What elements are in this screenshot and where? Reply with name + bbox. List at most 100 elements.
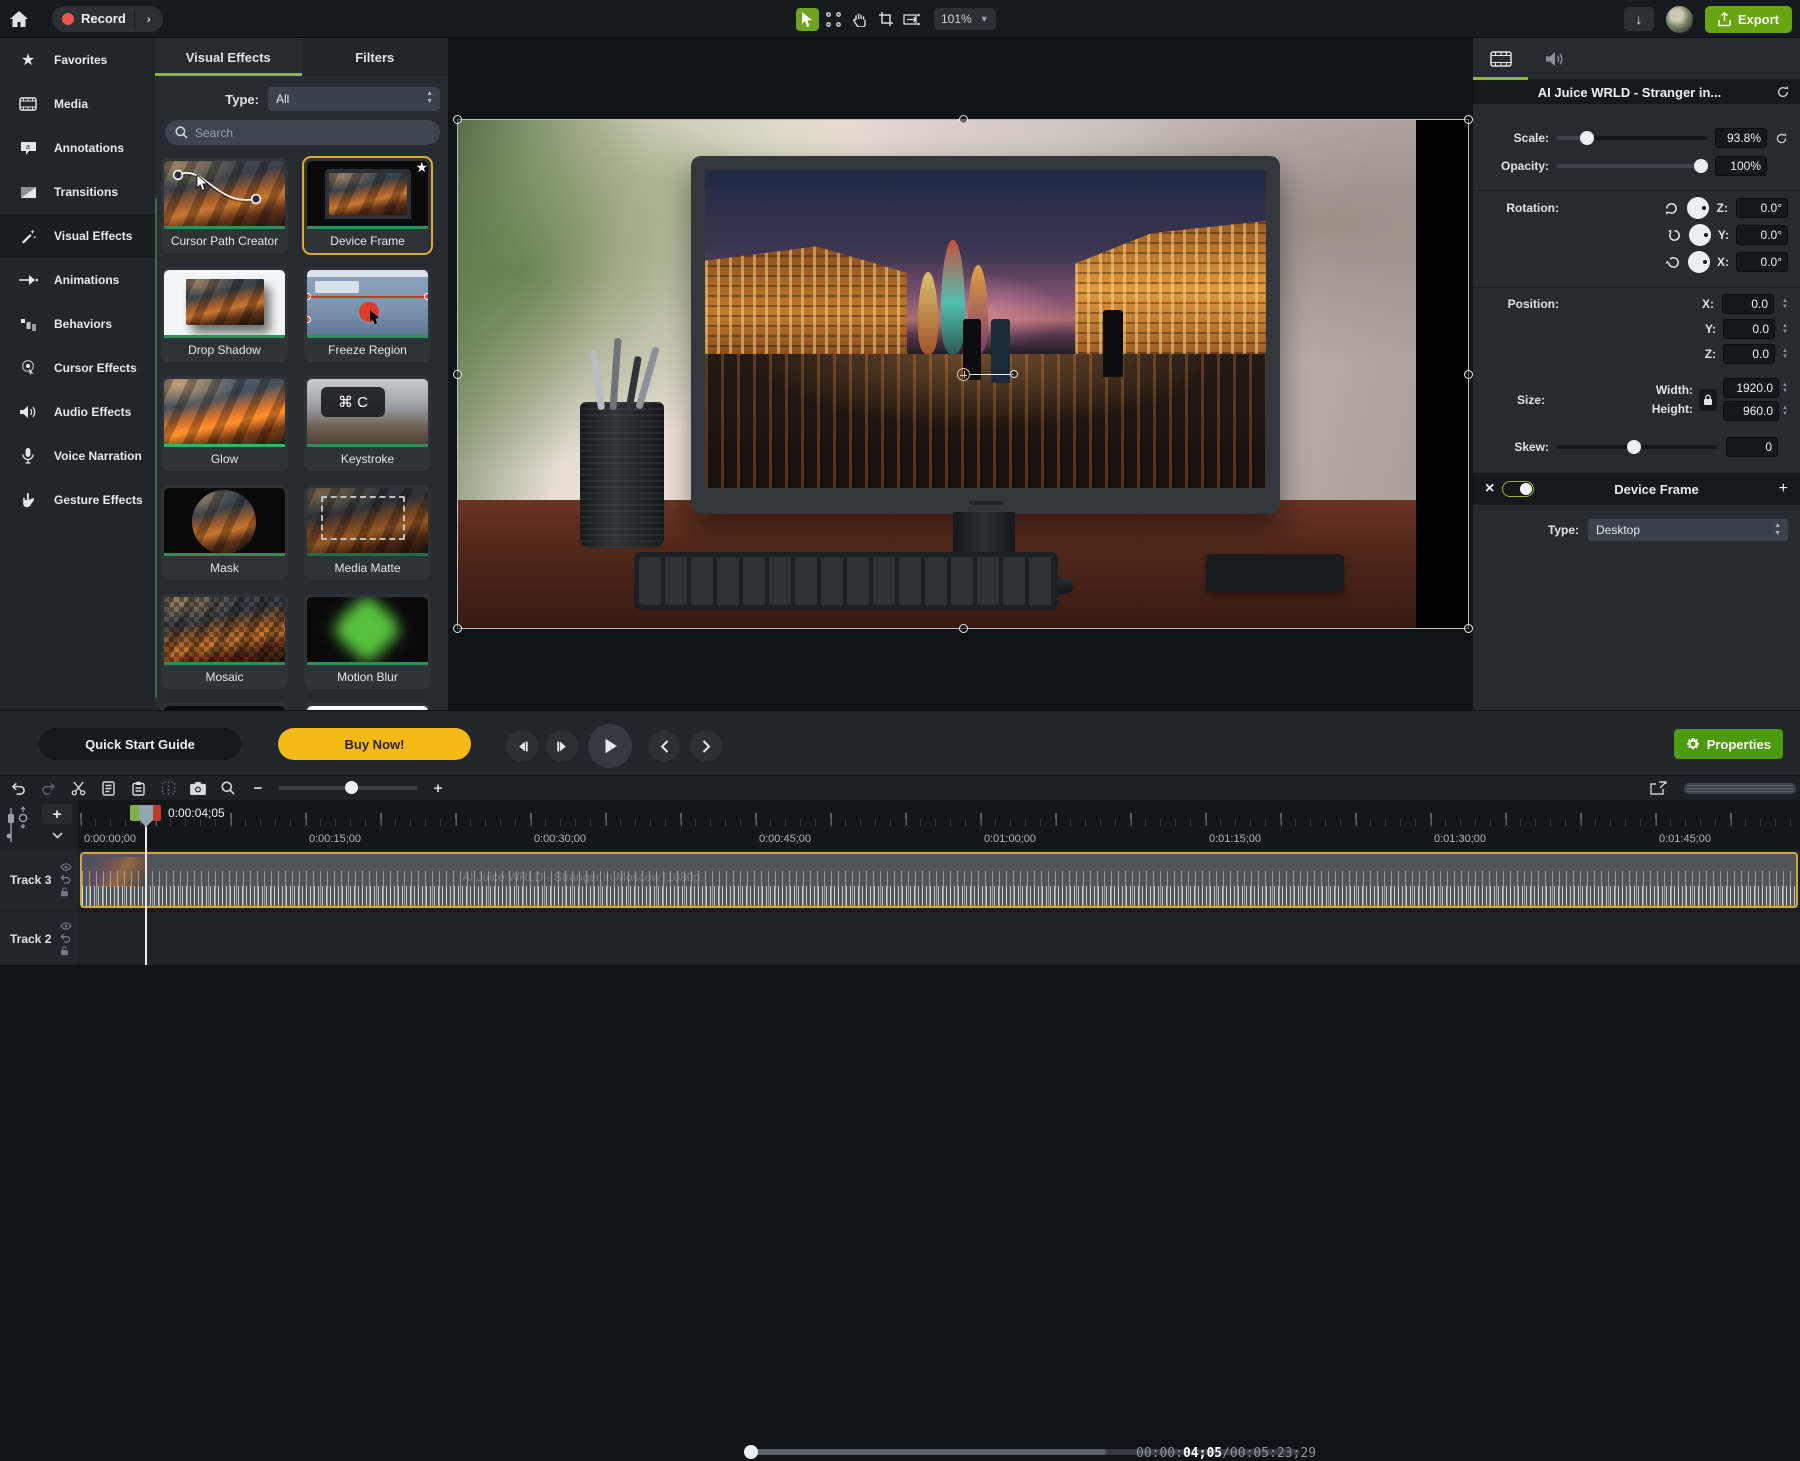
position-x-value[interactable]: 0.0 bbox=[1722, 294, 1774, 314]
playhead[interactable] bbox=[130, 805, 161, 827]
stepper-icon[interactable]: ▲▼ bbox=[1782, 382, 1788, 394]
selection-handle-sw[interactable] bbox=[453, 624, 462, 633]
avatar[interactable] bbox=[1666, 6, 1693, 33]
rotation-z-value[interactable]: 0.0° bbox=[1736, 198, 1788, 218]
selection-center-anchor[interactable] bbox=[957, 368, 970, 381]
scale-value[interactable]: 93.8% bbox=[1715, 128, 1767, 148]
sidebar-item-transitions[interactable]: Transitions bbox=[0, 170, 155, 214]
scale-slider[interactable] bbox=[1557, 136, 1707, 140]
effect-tile-mask[interactable]: Mask bbox=[161, 485, 288, 580]
buy-now-button[interactable]: Buy Now! bbox=[278, 728, 471, 760]
reset-all-icon[interactable] bbox=[1776, 85, 1790, 99]
loop-icon[interactable] bbox=[60, 874, 72, 884]
selection-handle-e[interactable] bbox=[1464, 370, 1473, 379]
home-button[interactable] bbox=[0, 0, 38, 38]
canvas-zoom-select[interactable]: 101% ▼ bbox=[934, 8, 996, 30]
sidebar-item-gesture-effects[interactable]: Gesture Effects bbox=[0, 478, 155, 522]
favorite-star-icon[interactable]: ★ bbox=[415, 159, 428, 176]
playhead-body[interactable] bbox=[139, 805, 153, 827]
rotation-x-value[interactable]: 0.0° bbox=[1736, 252, 1788, 272]
cut-button[interactable] bbox=[68, 781, 88, 796]
effect-tile-keystroke[interactable]: ⌘ C Keystroke bbox=[304, 376, 431, 471]
playhead-in-handle[interactable] bbox=[130, 805, 139, 821]
sidebar-item-favorites[interactable]: ★ Favorites bbox=[0, 38, 155, 82]
audio-clip[interactable]: AI Juice WRLD - Stranger in Moscow [1080… bbox=[80, 852, 1798, 908]
effect-tile-motion-blur[interactable]: Motion Blur bbox=[304, 594, 431, 689]
selection-handle-se[interactable] bbox=[1464, 624, 1473, 633]
sidebar-item-audio-effects[interactable]: Audio Effects bbox=[0, 390, 155, 434]
skew-value[interactable]: 0 bbox=[1726, 437, 1778, 457]
timeline-hscrollbar[interactable] bbox=[1684, 783, 1796, 794]
rotate-x-icon[interactable] bbox=[1666, 255, 1681, 270]
collapse-tracks-button[interactable] bbox=[42, 827, 72, 843]
effect-tile-freeze-region[interactable]: Freeze Region bbox=[304, 267, 431, 362]
sidebar-item-cursor-effects[interactable]: Cursor Effects bbox=[0, 346, 155, 390]
properties-tab-audio[interactable] bbox=[1528, 38, 1583, 79]
device-type-select[interactable]: Desktop ▲▼ bbox=[1588, 519, 1788, 541]
loop-icon[interactable] bbox=[60, 933, 72, 943]
timeline-zoom-slider[interactable] bbox=[278, 786, 418, 790]
track-2-lane[interactable] bbox=[78, 912, 1800, 965]
zoom-in-button[interactable]: + bbox=[428, 780, 448, 797]
rotation-x-dial[interactable] bbox=[1688, 251, 1710, 273]
select-tool-button[interactable] bbox=[796, 8, 819, 31]
effect-tile-mosaic[interactable]: Mosaic bbox=[161, 594, 288, 689]
selection-handle-nw[interactable] bbox=[453, 115, 462, 124]
effect-tile-partial-1[interactable] bbox=[161, 703, 288, 710]
selection-handle-n[interactable] bbox=[959, 115, 968, 124]
previous-frame-button[interactable] bbox=[506, 730, 538, 762]
redo-button[interactable] bbox=[38, 782, 58, 795]
effect-tile-glow[interactable]: Glow bbox=[161, 376, 288, 471]
scale-reset-icon[interactable] bbox=[1775, 132, 1788, 145]
effect-tile-cursor-path-creator[interactable]: Cursor Path Creator bbox=[161, 158, 288, 253]
track-3-lane[interactable]: AI Juice WRLD - Stranger in Moscow [1080… bbox=[78, 850, 1800, 910]
export-button[interactable]: Export bbox=[1705, 6, 1792, 33]
device-frame-toggle[interactable] bbox=[1502, 481, 1534, 497]
search-input[interactable] bbox=[195, 126, 430, 140]
video-preview[interactable] bbox=[457, 119, 1469, 629]
position-y-value[interactable]: 0.0 bbox=[1723, 319, 1775, 339]
detach-timeline-icon[interactable] bbox=[1650, 781, 1667, 795]
effect-tile-partial-2[interactable] bbox=[304, 703, 431, 710]
track-3-header[interactable]: Track 3 bbox=[0, 850, 78, 910]
track-2-header[interactable]: Track 2 bbox=[0, 912, 78, 965]
next-clip-button[interactable] bbox=[690, 730, 722, 762]
canvas[interactable] bbox=[448, 38, 1473, 710]
tab-visual-effects[interactable]: Visual Effects bbox=[155, 38, 302, 76]
playhead-line[interactable] bbox=[145, 826, 147, 965]
stepper-icon[interactable]: ▲▼ bbox=[1782, 348, 1788, 360]
scrubber-thumb[interactable] bbox=[744, 1445, 758, 1459]
sidebar-item-voice-narration[interactable]: Voice Narration bbox=[0, 434, 155, 478]
size-height-value[interactable]: 960.0 bbox=[1723, 401, 1779, 421]
selection-center-handle[interactable] bbox=[1010, 370, 1018, 378]
stepper-icon[interactable]: ▲▼ bbox=[1782, 405, 1788, 417]
effects-scrollbar[interactable] bbox=[155, 198, 157, 698]
quick-start-guide-button[interactable]: Quick Start Guide bbox=[39, 728, 241, 760]
record-chevron-icon[interactable]: › bbox=[139, 9, 159, 29]
download-button[interactable]: ↓ bbox=[1624, 7, 1654, 31]
position-z-value[interactable]: 0.0 bbox=[1723, 344, 1775, 364]
properties-tab-visual[interactable] bbox=[1473, 38, 1528, 79]
add-track-button[interactable]: + bbox=[42, 804, 72, 824]
effect-tile-device-frame[interactable]: ★ Device Frame bbox=[304, 158, 431, 253]
record-button[interactable]: Record › bbox=[52, 6, 163, 32]
zoom-out-button[interactable]: − bbox=[248, 780, 268, 797]
effect-tile-drop-shadow[interactable]: Drop Shadow bbox=[161, 267, 288, 362]
pan-tool-button[interactable] bbox=[848, 8, 871, 31]
remove-effect-icon[interactable]: × bbox=[1485, 480, 1494, 498]
rotation-y-dial[interactable] bbox=[1689, 224, 1711, 246]
rotation-y-value[interactable]: 0.0° bbox=[1736, 225, 1788, 245]
lock-aspect-icon[interactable] bbox=[1699, 389, 1717, 411]
rotate-z-icon[interactable] bbox=[1664, 201, 1679, 216]
eye-icon[interactable] bbox=[60, 863, 72, 871]
sidebar-item-behaviors[interactable]: Behaviors bbox=[0, 302, 155, 346]
sidebar-item-media[interactable]: Media bbox=[0, 82, 155, 126]
search-box[interactable] bbox=[165, 120, 440, 145]
selection-handle-w[interactable] bbox=[453, 370, 462, 379]
lock-icon[interactable] bbox=[60, 887, 72, 897]
crop-tool-button[interactable] bbox=[874, 8, 897, 31]
eye-icon[interactable] bbox=[60, 922, 72, 930]
rotate-y-icon[interactable] bbox=[1667, 228, 1682, 243]
properties-toggle-button[interactable]: Properties bbox=[1674, 729, 1783, 759]
zoom-tool-icon[interactable] bbox=[218, 781, 238, 795]
